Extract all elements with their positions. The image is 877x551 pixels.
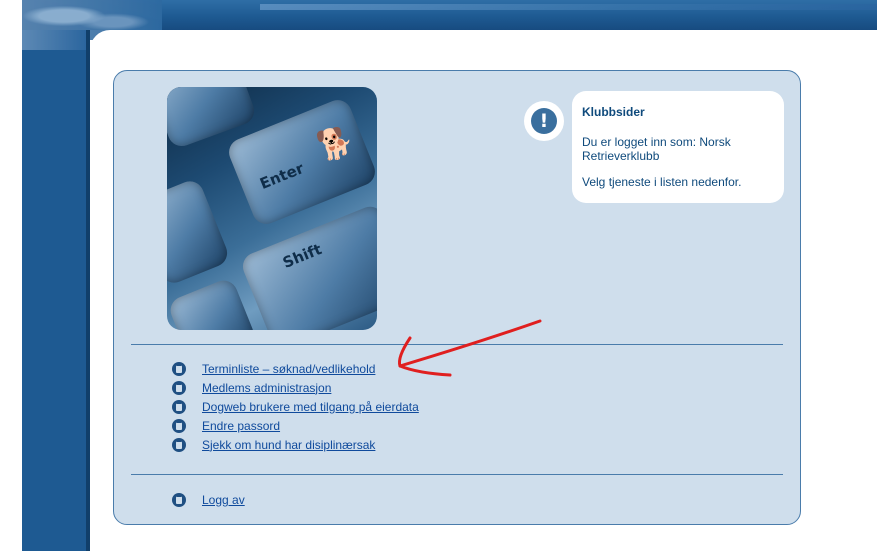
callout-title: Klubbsider — [582, 105, 645, 119]
service-menu: Terminliste – søknad/vedlikehold Medlems… — [172, 359, 419, 454]
banner-streak — [260, 4, 877, 10]
header-banner — [0, 0, 877, 551]
divider — [131, 474, 783, 475]
exclamation-icon: ! — [524, 101, 564, 141]
logout-row: Logg av — [172, 493, 245, 507]
keycap — [167, 177, 232, 287]
menu-link-disiplinaersak[interactable]: Sjekk om hund har disiplinærsak — [202, 438, 375, 452]
callout-club-name: Retrieverklubb — [582, 149, 660, 163]
left-margin — [0, 0, 22, 551]
menu-link-terminliste[interactable]: Terminliste – søknad/vedlikehold — [202, 362, 375, 376]
menu-item: Terminliste – søknad/vedlikehold — [172, 359, 419, 378]
document-icon — [172, 380, 186, 395]
menu-item: Dogweb brukere med tilgang på eierdata — [172, 397, 419, 416]
document-icon — [172, 493, 186, 507]
document-icon — [172, 361, 186, 376]
keyboard-photo: Enter Shift 🐕 — [167, 87, 377, 330]
keycap — [167, 276, 258, 330]
left-column-texture — [22, 30, 90, 50]
dog-icon: 🐕 — [314, 125, 357, 164]
menu-item: Sjekk om hund har disiplinærsak — [172, 435, 419, 454]
callout-logged-in-text: Du er logget inn som: Norsk — [582, 135, 731, 149]
info-callout: Klubbsider Du er logget inn som: Norsk R… — [572, 91, 784, 203]
menu-link-dogweb-brukere[interactable]: Dogweb brukere med tilgang på eierdata — [202, 400, 419, 414]
document-icon — [172, 437, 186, 452]
left-column — [22, 30, 90, 551]
document-icon — [172, 418, 186, 433]
document-icon — [172, 399, 186, 414]
menu-item: Endre passord — [172, 416, 419, 435]
callout-instruction: Velg tjeneste i listen nedenfor. — [582, 175, 742, 189]
divider — [131, 344, 783, 345]
menu-link-endre-passord[interactable]: Endre passord — [202, 419, 280, 433]
logout-link[interactable]: Logg av — [202, 493, 245, 507]
menu-item: Medlems administrasjon — [172, 378, 419, 397]
club-panel: Enter Shift 🐕 ! Klubbsider Du er logget … — [113, 70, 801, 525]
menu-link-medlems-administrasjon[interactable]: Medlems administrasjon — [202, 381, 331, 395]
